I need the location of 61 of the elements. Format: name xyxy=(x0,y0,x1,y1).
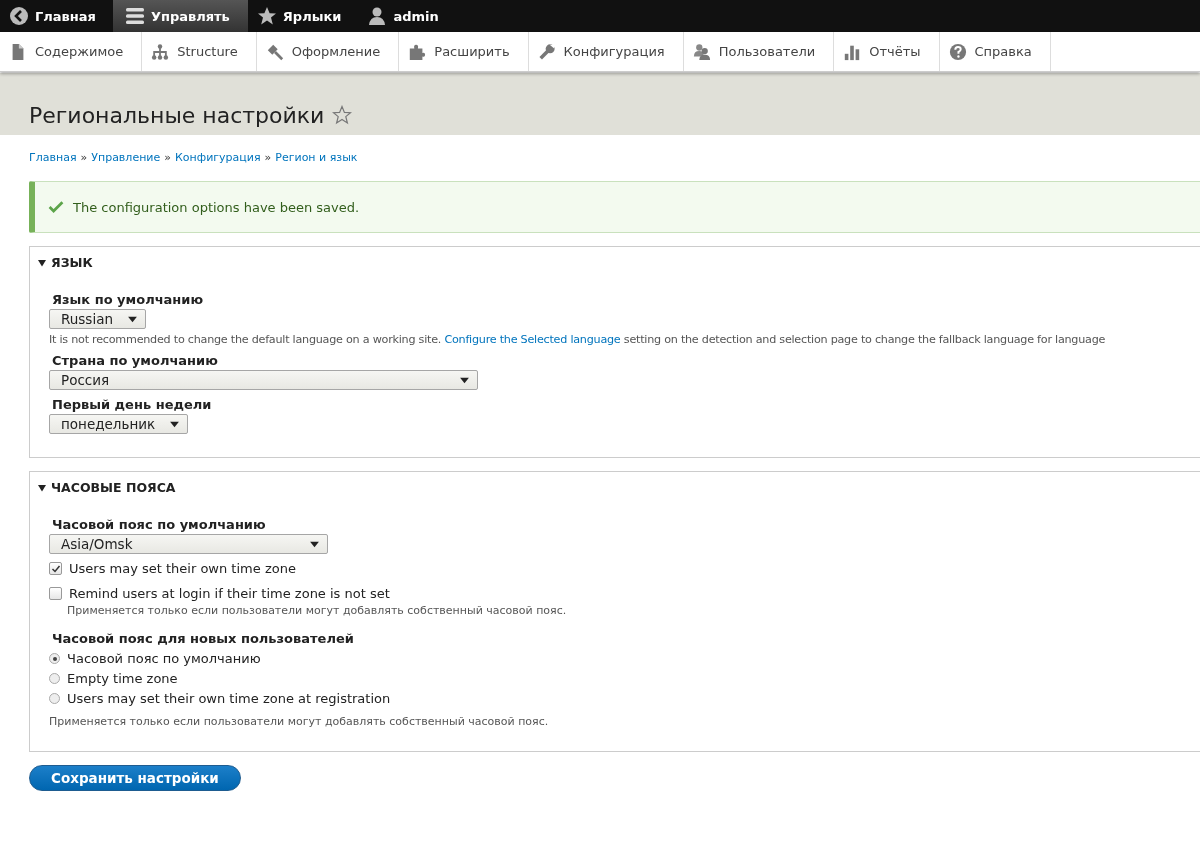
user-icon xyxy=(367,6,388,26)
field-description: It is not recommended to change the default language on a working site. Configure the Selected language setting on the detection and selection page to change the fallback language for language xyxy=(49,333,1107,346)
tray-link[interactable]: Расширить xyxy=(399,32,529,71)
select-dropdown[interactable]: Asia/Omsk xyxy=(49,534,328,554)
toolbar-tab[interactable]: Главная xyxy=(0,0,113,32)
checkbox[interactable] xyxy=(49,587,62,600)
field-label: Первый день недели xyxy=(51,397,213,412)
puzzle-icon xyxy=(408,42,427,61)
breadcrumb-link[interactable]: Регион и язык xyxy=(275,151,358,164)
field-label: Страна по умолчанию xyxy=(51,353,219,368)
menu-icon xyxy=(124,6,145,26)
tray-link[interactable]: Содержимое xyxy=(0,32,143,71)
toolbar-tab[interactable]: admin xyxy=(358,0,456,32)
toolbar-tab[interactable]: Ярлыки xyxy=(247,0,359,32)
radio-option[interactable]: Empty time zone xyxy=(49,671,178,686)
help-icon xyxy=(948,42,967,61)
message-text: The configuration options have been saved. xyxy=(73,199,360,215)
section-toggle[interactable]: ЯЗЫК xyxy=(37,255,93,270)
caret-icon xyxy=(37,257,47,268)
shortcut-star-icon xyxy=(332,105,353,125)
select-dropdown[interactable]: Россия xyxy=(49,370,478,390)
star-icon xyxy=(256,6,277,26)
radio-button[interactable] xyxy=(49,693,60,704)
breadcrumb-link[interactable]: Главная xyxy=(29,151,77,164)
tray-link[interactable]: Отчёты xyxy=(834,32,940,71)
settings-link[interactable]: Configure the Selected language xyxy=(444,333,621,346)
tray-link[interactable]: Справка xyxy=(939,32,1051,71)
breadcrumb-link[interactable]: Управление xyxy=(91,151,161,164)
radio-option[interactable]: Часовой пояс по умолчанию xyxy=(49,651,261,666)
sitemap-icon xyxy=(151,42,170,61)
field-description: Применяется только если пользователи могут добавлять собственный часовой пояс. xyxy=(67,604,568,617)
radio-button[interactable] xyxy=(49,673,60,684)
tray-link[interactable]: Structure xyxy=(142,32,257,71)
people-icon xyxy=(692,42,711,61)
check-icon xyxy=(48,199,64,215)
checkbox[interactable] xyxy=(49,562,62,575)
checkmark-icon xyxy=(50,563,61,574)
section-toggle[interactable]: ЧАСОВЫЕ ПОЯСА xyxy=(37,480,176,495)
breadcrumb-separator: » xyxy=(264,151,272,164)
checkbox-option[interactable]: Remind users at login if their time zone is not set xyxy=(49,586,390,601)
field-description: Применяется только если пользователи могут добавлять собственный часовой пояс. xyxy=(49,715,550,728)
select-dropdown[interactable]: Russian xyxy=(49,309,146,329)
tray-link[interactable]: Оформление xyxy=(256,32,400,71)
tray-link[interactable]: Пользователи xyxy=(683,32,835,71)
caret-icon xyxy=(37,482,47,493)
save-button[interactable]: Сохранить настройки xyxy=(29,765,241,791)
breadcrumb-link[interactable]: Конфигурация xyxy=(175,151,261,164)
back-icon xyxy=(9,6,29,26)
field-label: Язык по умолчанию xyxy=(51,292,205,307)
radio-option[interactable]: Users may set their own time zone at registration xyxy=(49,691,391,706)
field-label: Часовой пояс для новых пользователей xyxy=(51,631,355,646)
wrench-icon xyxy=(537,42,556,61)
toolbar-tab[interactable]: Управлять xyxy=(112,0,248,32)
page-title: Региональные настройки xyxy=(29,102,325,128)
select-dropdown[interactable]: понедельник xyxy=(49,414,189,434)
breadcrumb-separator: » xyxy=(80,151,88,164)
checkbox-option[interactable]: Users may set their own time zone xyxy=(49,561,296,576)
field-label: Часовой пояс по умолчанию xyxy=(51,517,267,532)
breadcrumb-separator: » xyxy=(164,151,171,164)
radio-button[interactable] xyxy=(49,653,60,664)
tray-link[interactable]: Конфигурация xyxy=(528,32,684,71)
